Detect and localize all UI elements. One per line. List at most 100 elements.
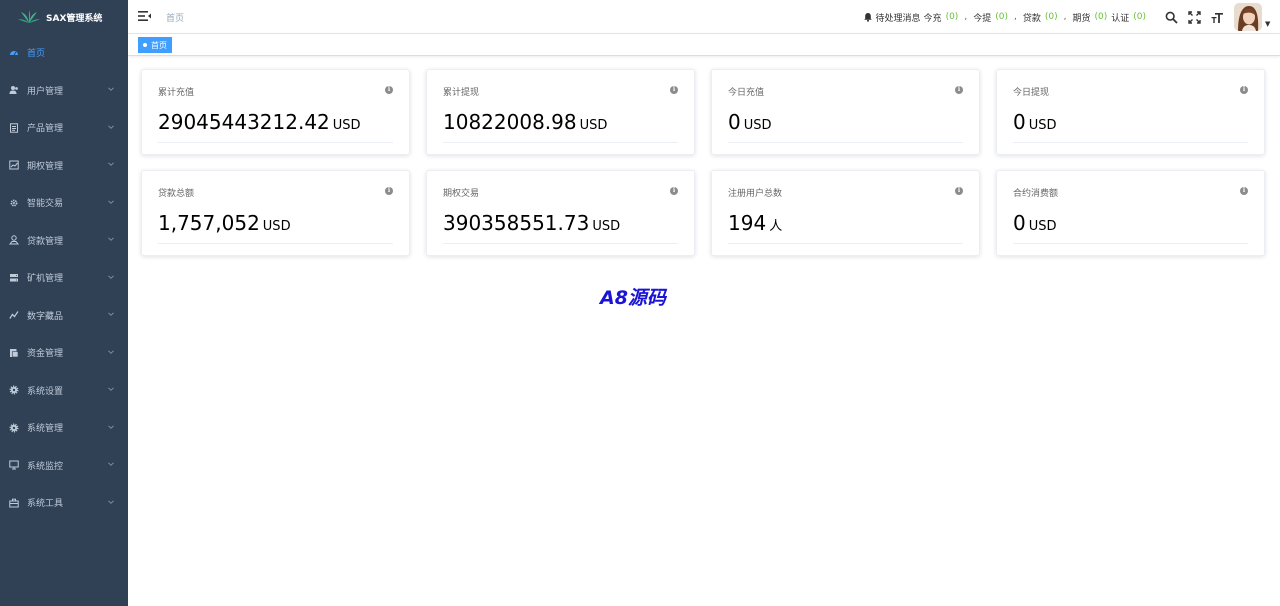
sidebar-item[interactable]: 贷款管理 [0,222,128,260]
sidebar-item-label: 系统设置 [27,386,64,397]
sidebar-item-label: 期权管理 [27,161,64,172]
sidebar-item-label: 贷款管理 [27,236,64,247]
divider [443,142,678,143]
divider [443,243,678,244]
stat-value-number: 390358551.73 [443,211,590,235]
divider [728,243,963,244]
stat-value-unit: 人 [769,219,783,234]
money-icon [8,347,20,359]
stat-value-number: 194 [728,211,767,235]
tags-view: 首页 [128,34,1280,56]
sidebar-item-label: 系统管理 [27,424,64,435]
sidebar-item[interactable]: 期权管理 [0,147,128,185]
notice-item-count: (0) [1133,12,1146,22]
sidebar-item[interactable]: 系统设置 [0,372,128,410]
stat-value-unit: USD [1028,219,1057,234]
sidebar-item[interactable]: 系统工具 [0,484,128,522]
sidebar-item[interactable]: 产品管理 [0,109,128,147]
tag-label: 首页 [151,40,167,50]
chevron-down-icon [106,498,116,508]
gear-icon [8,384,20,396]
breadcrumb[interactable]: 首页 [166,11,184,24]
tag-home[interactable]: 首页 [138,37,172,53]
info-icon[interactable]: i [385,86,393,94]
chevron-down-icon [106,348,116,358]
chevron-down-icon [106,235,116,245]
info-icon[interactable]: i [1240,187,1248,195]
notice-item-label: 贷款 [1022,13,1041,24]
stat-card: 期权交易 i 390358551.73 USD [426,170,695,256]
info-icon[interactable]: i [955,187,963,195]
info-icon[interactable]: i [670,86,678,94]
sidebar-item-label: 系统监控 [27,461,64,472]
bell-icon [863,13,872,22]
info-icon[interactable]: i [955,86,963,94]
notice-item-count: (0) [1094,12,1108,22]
stat-card-title: 累计提现 [443,88,480,98]
stat-value-number: 0 [728,110,741,134]
sidebar-item-label: 智能交易 [27,199,64,210]
chevron-down-icon [106,198,116,208]
sidebar-item[interactable]: 智能交易 [0,184,128,222]
chevron-down-icon [106,160,116,170]
pending-notice[interactable]: 待处理消息 今充 (0), 今提 (0), 贷款 (0), 期货 (0) 认证 (0) [863,11,1150,24]
notice-separator: , [964,12,968,22]
hamburger-icon[interactable] [138,10,151,22]
logo-leaf-icon [18,10,40,23]
stat-card-title: 贷款总额 [158,189,195,199]
stat-card: 注册用户总数 i 194 人 [711,170,980,256]
sidebar-item[interactable]: 矿机管理 [0,259,128,297]
stat-value-unit: USD [332,118,361,133]
notice-separator: , [1013,12,1017,22]
user-icon [8,84,20,96]
stat-value-unit: USD [1028,118,1057,133]
stat-card: 累计提现 i 10822008.98 USD [426,69,695,155]
gear-icon [8,422,20,434]
chevron-down-icon [106,423,116,433]
toolbox-icon [8,497,20,509]
stat-card: 累计充值 i 29045443212.42 USD [141,69,410,155]
stat-card-title: 合约消费额 [1013,189,1059,199]
sidebar-item[interactable]: 系统监控 [0,447,128,485]
notice-label: 待处理消息 [875,13,921,24]
divider [158,243,393,244]
sidebar-item[interactable]: 用户管理 [0,72,128,110]
divider [1013,243,1248,244]
chevron-down-icon [106,385,116,395]
chart-icon [8,159,20,171]
trend-icon [8,309,20,321]
stat-card-title: 今日提现 [1013,88,1050,98]
fullscreen-icon[interactable] [1187,10,1201,24]
stat-value-number: 0 [1013,110,1026,134]
info-icon[interactable]: i [1240,86,1248,94]
info-icon[interactable]: i [385,187,393,195]
tag-dot-icon [143,43,147,47]
info-icon[interactable]: i [670,187,678,195]
logo[interactable]: SAX管理系统 [0,0,128,34]
divider [158,142,393,143]
caret-down-icon[interactable]: ▼ [1265,20,1273,28]
chevron-down-icon [106,85,116,95]
avatar[interactable] [1234,3,1262,31]
sidebar-item[interactable]: 数字藏品 [0,297,128,335]
font-size-icon[interactable] [1210,10,1224,24]
sidebar-item[interactable]: 首页 [0,34,128,72]
search-icon[interactable] [1164,10,1178,24]
sidebar-item-label: 数字藏品 [27,311,64,322]
sidebar-item-label: 产品管理 [27,124,64,135]
chevron-down-icon [106,310,116,320]
stat-value-unit: USD [592,219,621,234]
top-navbar: 首页 待处理消息 今充 (0), 今提 (0), 贷款 (0), 期货 (0) 认证 (0) [128,0,1280,34]
sidebar-item[interactable]: 资金管理 [0,334,128,372]
sidebar-item-label: 用户管理 [27,86,64,97]
stat-card-value: 0 USD [728,110,772,134]
sidebar-item-label: 矿机管理 [27,274,64,285]
stat-value-number: 1,757,052 [158,211,260,235]
sidebar-item[interactable]: 系统管理 [0,409,128,447]
stat-value-number: 10822008.98 [443,110,577,134]
sidebar-item-label: 首页 [27,49,46,60]
stat-card-value: 194 人 [728,211,782,235]
stat-card-value: 0 USD [1013,211,1057,235]
stat-card-value: 390358551.73 USD [443,211,620,235]
notice-separator: , [1063,12,1067,22]
